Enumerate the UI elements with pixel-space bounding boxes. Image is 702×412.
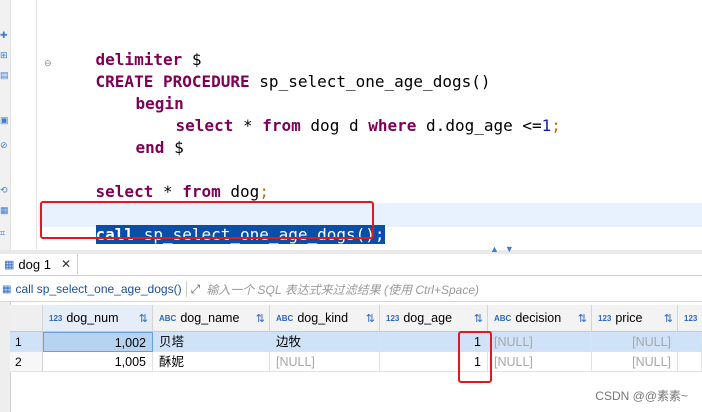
column-header-dog-num[interactable]: 123 dog_num ⇅ [43, 305, 153, 332]
cell-decision[interactable]: [NULL] [488, 332, 592, 352]
toolbar-icon[interactable]: ▤ [0, 70, 9, 80]
sort-icon: ⇅ [365, 312, 375, 325]
column-header-price[interactable]: 123 price ⇅ [592, 305, 678, 332]
filter-bar: ▦ call sp_select_one_age_dogs() ⤢ 输入一个 S… [0, 277, 702, 302]
sort-icon: ⇅ [138, 312, 148, 325]
toolbar-icon[interactable]: ⊞ [0, 50, 9, 60]
expand-icon[interactable]: ⤢ [191, 282, 201, 297]
watermark: CSDN @@素素~ [595, 389, 688, 403]
cell-dog-name[interactable]: 贝塔 [153, 332, 270, 352]
corner-cell[interactable] [10, 305, 43, 332]
sort-icon: ⇅ [473, 312, 483, 325]
editor-line: select * from dog; [95, 182, 269, 201]
splitter-arrows-icon[interactable]: ▲▼ [490, 244, 520, 254]
sort-icon: ⇅ [255, 312, 265, 325]
cell-decision[interactable]: [NULL] [488, 352, 592, 372]
table-icon: ▦ [4, 258, 15, 271]
editor-gutter: ✚ ⊞ ▤ ▣ ⊘ ⟲ ▦ ⌗ [0, 0, 11, 250]
toolbar-icon[interactable]: ✚ [0, 30, 9, 40]
editor-line: begin [135, 94, 184, 113]
cell-price[interactable]: [NULL] [592, 332, 678, 352]
sort-icon: ⇅ [663, 312, 673, 325]
editor-margin-line [36, 0, 37, 250]
filter-input[interactable]: 输入一个 SQL 表达式来过滤结果 (使用 Ctrl+Space) [206, 281, 479, 298]
column-header-extra[interactable]: 123 [678, 305, 702, 332]
column-header-dog-name[interactable]: ABC dog_name ⇅ [153, 305, 270, 332]
editor-line: CREATE PROCEDURE sp_select_one_age_dogs(… [95, 72, 491, 91]
cell-dog-name[interactable]: 酥妮 [153, 352, 270, 372]
row-number[interactable]: 1 [10, 332, 43, 352]
column-header-dog-kind[interactable]: ABC dog_kind ⇅ [270, 305, 380, 332]
highlight-age-box [458, 331, 492, 383]
divider [185, 281, 187, 297]
tab-label: dog 1 [18, 256, 51, 272]
close-icon[interactable]: ✕ [61, 257, 71, 271]
cell-dog-num[interactable]: 1,005 [43, 352, 153, 372]
row-number[interactable]: 2 [10, 352, 43, 372]
toolbar-icon[interactable]: ⌗ [0, 228, 9, 238]
toolbar-icon[interactable]: ▦ [0, 205, 9, 215]
cell-dog-kind[interactable]: [NULL] [270, 352, 380, 372]
cell-dog-kind[interactable]: 边牧 [270, 332, 380, 352]
editor-line: delimiter $ [95, 50, 202, 69]
editor-line: end $ [135, 138, 184, 157]
toolbar-icon[interactable]: ⟲ [0, 185, 9, 195]
query-label: call sp_select_one_age_dogs() [15, 282, 182, 296]
highlight-call-box [40, 201, 374, 239]
cell-extra[interactable] [678, 352, 702, 372]
cell-extra[interactable] [678, 332, 702, 352]
toolbar-icon[interactable]: ⊘ [0, 140, 9, 150]
cell-dog-num[interactable]: 1,002 [43, 332, 153, 352]
toolbar-icon[interactable]: ▣ [0, 115, 9, 125]
editor-line: select * from dog d where d.dog_age <=1; [175, 116, 561, 135]
sort-icon: ⇅ [577, 312, 587, 325]
column-header-decision[interactable]: ABC decision ⇅ [488, 305, 592, 332]
sql-icon: ▦ [2, 283, 12, 295]
cell-price[interactable]: [NULL] [592, 352, 678, 372]
results-tabbar: ▦ dog 1 ✕ [0, 254, 702, 276]
fold-toggle-icon[interactable]: ⊖ [44, 58, 52, 69]
column-header-dog-age[interactable]: 123 dog_age ⇅ [380, 305, 488, 332]
tab-dog-1[interactable]: ▦ dog 1 ✕ [0, 254, 79, 274]
